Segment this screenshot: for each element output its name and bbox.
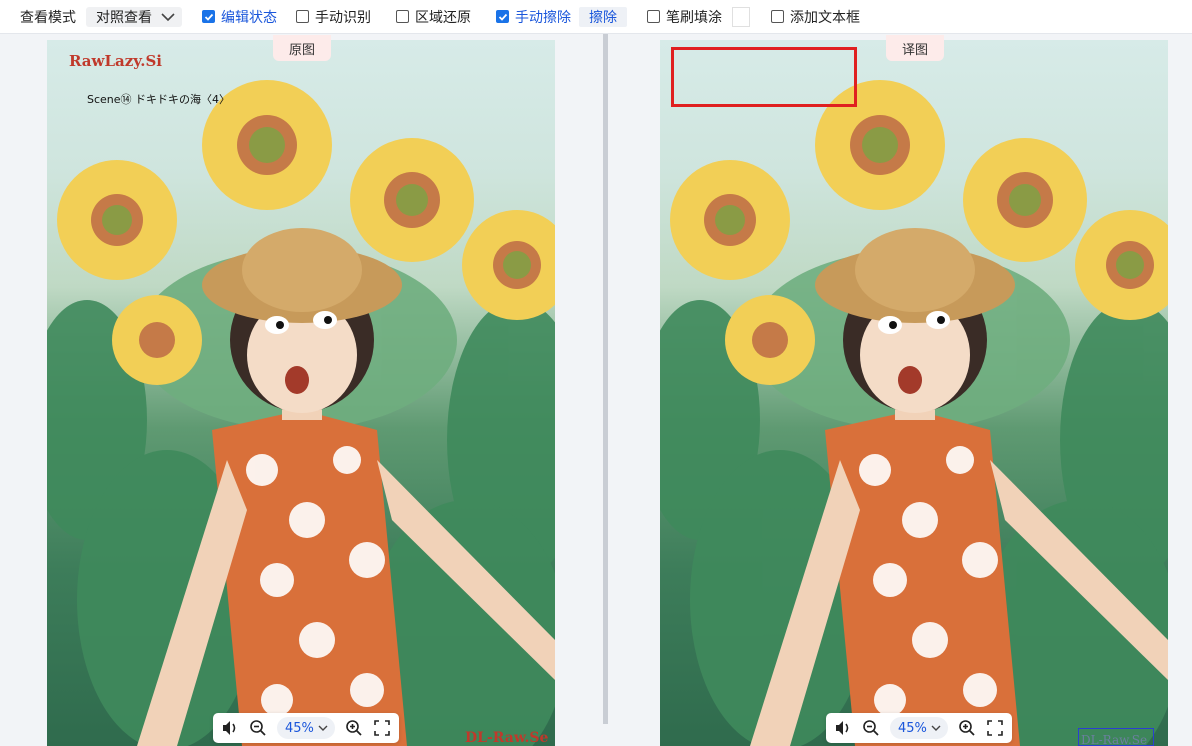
region-restore-label: 区域还原 (415, 9, 471, 26)
translated-tag: 译图 (886, 35, 945, 61)
scene-caption: Scene⑭ ドキドキの海〈4〉 (87, 93, 231, 106)
zoom-toolbar: 45% (826, 713, 1012, 743)
zoom-toolbar: 45% (213, 713, 399, 743)
original-image[interactable]: RawLazy.Si Scene⑭ ドキドキの海〈4〉 DL-Raw.Se (47, 40, 555, 746)
chevron-down-icon (318, 725, 328, 731)
manual-detect-checkbox[interactable]: 手动识别 (296, 7, 371, 27)
zoom-in-icon[interactable] (958, 719, 976, 737)
edit-state-checkbox[interactable]: 编辑状态 (202, 7, 277, 27)
original-tag: 原图 (273, 35, 332, 61)
watermark-box[interactable]: DL-Raw.Se (1078, 728, 1154, 746)
fullscreen-icon[interactable] (986, 719, 1004, 737)
add-textbox-label: 添加文本框 (790, 9, 860, 26)
brush-fill-checkbox[interactable]: 笔刷填涂 (647, 7, 722, 27)
zoom-select[interactable]: 45% (277, 717, 335, 739)
checkbox-unchecked-icon (647, 10, 660, 23)
erase-selection-box[interactable] (671, 47, 857, 107)
zoom-out-icon[interactable] (249, 719, 267, 737)
watermark-bottom: DL-Raw.Se (1081, 733, 1148, 746)
checkbox-unchecked-icon (296, 10, 309, 23)
original-panel: RawLazy.Si Scene⑭ ドキドキの海〈4〉 DL-Raw.Se 原图… (0, 35, 603, 746)
checkbox-unchecked-icon (396, 10, 409, 23)
checkbox-unchecked-icon (771, 10, 784, 23)
zoom-select[interactable]: 45% (890, 717, 948, 739)
toolbar: 查看模式 对照查看 编辑状态 手动识别 区域还原 手动擦除 擦除 笔刷填涂 添加… (0, 0, 1192, 34)
watermark-top: RawLazy.Si (69, 52, 162, 70)
manual-erase-checkbox[interactable]: 手动擦除 (496, 7, 571, 27)
translated-artwork (660, 80, 1168, 746)
edit-state-label: 编辑状态 (221, 9, 277, 26)
add-textbox-checkbox[interactable]: 添加文本框 (771, 7, 860, 27)
brush-color-swatch[interactable] (732, 6, 750, 27)
region-restore-checkbox[interactable]: 区域还原 (396, 7, 471, 27)
view-mode-label: 查看模式 (20, 9, 76, 26)
view-mode-value: 对照查看 (96, 9, 152, 26)
view-mode-select[interactable]: 对照查看 (86, 6, 182, 27)
checkbox-checked-icon (496, 10, 509, 23)
volume-icon[interactable] (834, 719, 852, 737)
chevron-down-icon (931, 725, 941, 731)
zoom-value: 45% (898, 720, 927, 736)
translated-panel: DL-Raw.Se 译图 45% (608, 35, 1192, 746)
fullscreen-icon[interactable] (373, 719, 391, 737)
original-artwork (47, 80, 555, 746)
zoom-in-icon[interactable] (345, 719, 363, 737)
zoom-value: 45% (285, 720, 314, 736)
watermark-bottom: DL-Raw.Se (465, 730, 549, 746)
chevron-down-icon (161, 12, 175, 21)
checkbox-checked-icon (202, 10, 215, 23)
zoom-out-icon[interactable] (862, 719, 880, 737)
brush-fill-label: 笔刷填涂 (666, 9, 722, 26)
translated-image[interactable]: DL-Raw.Se (660, 40, 1168, 746)
erase-button[interactable]: 擦除 (579, 6, 627, 27)
volume-icon[interactable] (221, 719, 239, 737)
manual-erase-label: 手动擦除 (515, 9, 571, 26)
manual-detect-label: 手动识别 (315, 9, 371, 26)
